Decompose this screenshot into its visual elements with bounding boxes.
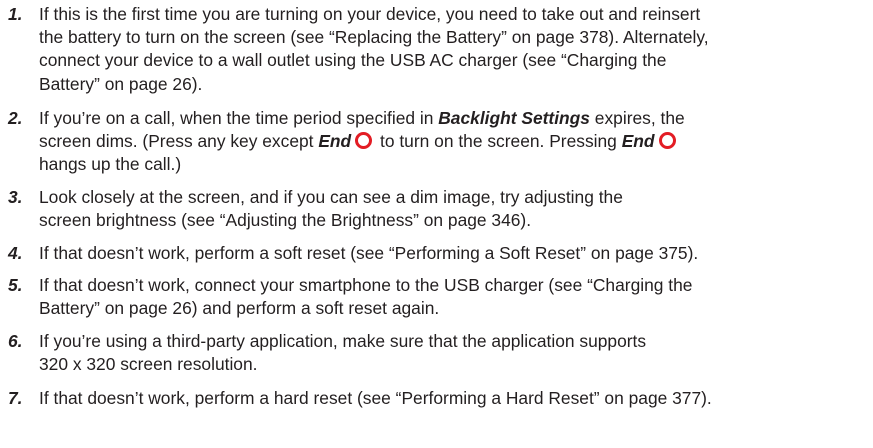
step-5: 5. If that doesn’t work, connect your sm… — [0, 274, 873, 320]
step-number: 7. — [8, 388, 23, 408]
step-text-line: If this is the first time you are turnin… — [39, 4, 701, 24]
step-number: 3. — [8, 187, 23, 207]
step-text-line: If you’re using a third-party applicatio… — [39, 331, 647, 351]
end-key-icon — [355, 132, 373, 150]
step-4: 4. If that doesn’t work, perform a soft … — [0, 242, 873, 265]
step-text-line: hangs up the call.) — [39, 154, 182, 175]
step-number: 6. — [8, 331, 23, 351]
step-text-line: If you’re on a call, when the time perio… — [39, 107, 873, 130]
text-run: If you’re on a call, when the time perio… — [39, 108, 439, 128]
end-key-icon — [658, 132, 676, 150]
step-text-line: connect your device to a wall outlet usi… — [39, 50, 667, 71]
step-number: 2. — [8, 108, 23, 128]
backlight-settings-term: Backlight Settings — [438, 108, 590, 128]
troubleshooting-steps: 1. If this is the first time you are tur… — [0, 0, 873, 448]
text-run: expires, the — [589, 108, 685, 128]
step-number: 5. — [8, 275, 23, 295]
step-text-line: If that doesn’t work, perform a hard res… — [39, 388, 712, 408]
end-key-label: End — [621, 131, 655, 152]
step-2: 2. If you’re on a call, when the time pe… — [0, 107, 873, 177]
step-1: 1. If this is the first time you are tur… — [0, 3, 873, 96]
step-text-line: screen dims. (Press any key except End t… — [39, 130, 873, 153]
step-text-line: Battery” on page 26). — [39, 73, 203, 94]
step-text-line: Look closely at the screen, and if you c… — [39, 187, 623, 207]
step-text-line: 320 x 320 screen resolution. — [39, 354, 258, 375]
step-number: 4. — [8, 243, 23, 263]
step-text-line: screen brightness (see “Adjusting the Br… — [39, 210, 532, 231]
text-run: to turn on the screen. Pressing — [375, 131, 622, 152]
step-7: 7. If that doesn’t work, perform a hard … — [0, 387, 873, 410]
text-run: screen dims. (Press any key except — [39, 131, 319, 152]
end-key-label: End — [318, 131, 352, 152]
step-text-line: the battery to turn on the screen (see “… — [39, 27, 709, 48]
step-3: 3. Look closely at the screen, and if yo… — [0, 186, 873, 232]
step-number: 1. — [8, 4, 23, 24]
step-text-line: If that doesn’t work, perform a soft res… — [39, 243, 699, 263]
step-6: 6. If you’re using a third-party applica… — [0, 330, 873, 376]
step-text-line: Battery” on page 26) and perform a soft … — [39, 298, 440, 319]
step-text-line: If that doesn’t work, connect your smart… — [39, 275, 693, 295]
